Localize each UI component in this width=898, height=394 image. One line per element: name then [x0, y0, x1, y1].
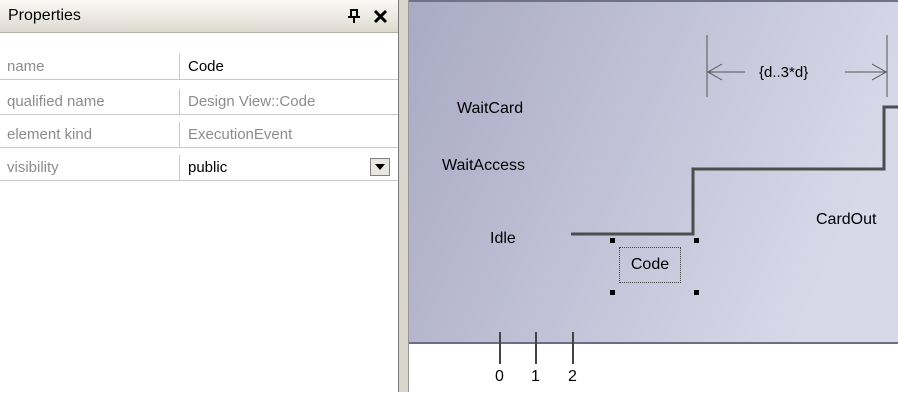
property-row-qualified-name: qualified name Design View::Code: [0, 89, 398, 115]
tick-label: 1: [531, 368, 540, 385]
pin-icon[interactable]: [346, 6, 362, 26]
property-label: qualified name: [0, 89, 180, 114]
tick-label: 2: [568, 368, 577, 385]
state-label-idle[interactable]: Idle: [490, 230, 516, 248]
property-row-name[interactable]: name Code: [0, 54, 398, 80]
selection-handle[interactable]: [694, 290, 699, 295]
visibility-select[interactable]: public: [181, 155, 397, 180]
panel-splitter[interactable]: [399, 0, 409, 392]
name-field[interactable]: Code: [181, 54, 397, 79]
selection-handle[interactable]: [694, 238, 699, 243]
qualified-name-value: Design View::Code: [188, 93, 316, 110]
properties-header: Properties: [0, 0, 398, 33]
message-label-cardout[interactable]: CardOut: [816, 211, 876, 229]
property-row-element-kind: element kind ExecutionEvent: [0, 122, 398, 148]
selection-handle[interactable]: [610, 290, 615, 295]
state-label-waitaccess[interactable]: WaitAccess: [442, 157, 525, 175]
close-icon[interactable]: [372, 6, 390, 26]
event-label-code[interactable]: Code: [619, 247, 681, 283]
timing-diagram: WaitCard WaitAccess Idle {d..3*d} CardOu…: [409, 0, 898, 392]
tick-label: 0: [495, 368, 504, 385]
selection-handle[interactable]: [610, 238, 615, 243]
duration-constraint-label[interactable]: {d..3*d}: [759, 64, 808, 81]
property-label: element kind: [0, 122, 180, 147]
chevron-down-icon: [375, 164, 385, 170]
property-label: visibility: [0, 155, 180, 180]
properties-panel: Properties name Code qualified name Desi…: [0, 0, 399, 392]
state-label-waitcard[interactable]: WaitCard: [457, 100, 523, 118]
panel-title: Properties: [8, 7, 81, 24]
property-row-visibility[interactable]: visibility public: [0, 155, 398, 181]
property-label: name: [0, 54, 180, 79]
dropdown-button[interactable]: [370, 158, 390, 176]
element-kind-value: ExecutionEvent: [188, 126, 293, 143]
